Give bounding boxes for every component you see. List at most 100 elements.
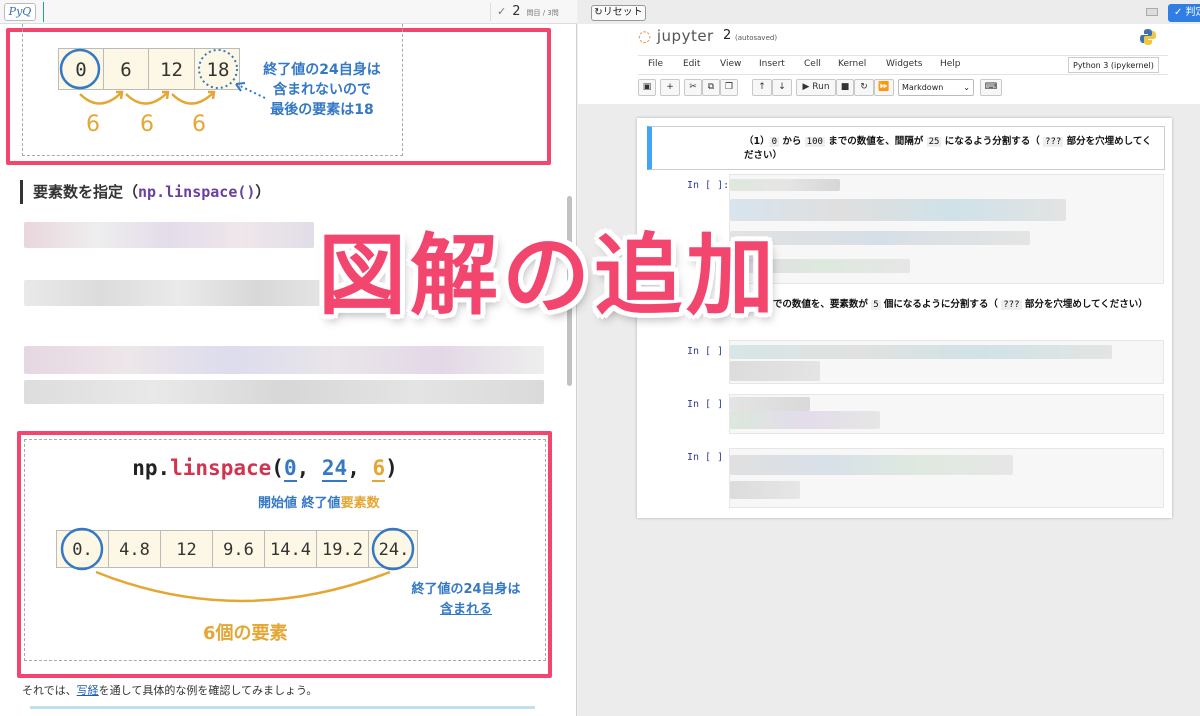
arg-start: 0: [283, 456, 297, 482]
keyboard-shortcuts-icon[interactable]: ⌨: [980, 79, 1002, 96]
q-text: （1）: [744, 136, 770, 147]
step-label: 6: [140, 112, 154, 137]
jupyter-logo-icon: ◌: [638, 27, 652, 45]
input-prompt: In [ ]: [687, 452, 724, 463]
q-code: ???: [1043, 137, 1064, 147]
step-label: 6: [192, 112, 206, 137]
progress-count: 2: [512, 4, 521, 19]
step-arrow: [79, 91, 123, 105]
keyboard-icon[interactable]: [1146, 8, 1158, 16]
heading-suffix: ）: [255, 183, 271, 201]
stop-icon[interactable]: ■: [836, 79, 854, 96]
paste-icon[interactable]: ❐: [720, 79, 738, 96]
q-text: から: [779, 136, 805, 147]
code-cell-1[interactable]: [729, 174, 1164, 284]
next-block-edge: [30, 706, 535, 709]
jupyter-wordmark: jupyter: [656, 27, 714, 45]
heading-text: 要素数を指定（: [33, 183, 139, 201]
step-label: 6: [86, 112, 100, 137]
arg-sep: ,: [347, 456, 373, 480]
end-circle: [371, 527, 415, 571]
q-text: 個になるように分割する（: [880, 299, 1002, 310]
menu-help[interactable]: Help: [940, 59, 961, 69]
save-icon[interactable]: ▣: [638, 79, 656, 96]
q-code: ???: [1001, 300, 1022, 310]
run-label: Run: [812, 82, 830, 92]
judge-button[interactable]: ✓ 判定: [1168, 4, 1200, 22]
reset-label: リセット: [602, 7, 643, 18]
move-up-icon[interactable]: ↑: [752, 79, 772, 96]
overlay-title: 図解の追加: [318, 224, 779, 327]
param-num-label: 要素数: [340, 496, 380, 511]
jupyter-logo[interactable]: ◌ jupyter: [638, 27, 714, 45]
reset-button[interactable]: ↻リセット: [591, 5, 646, 21]
q-code: 5: [871, 300, 881, 310]
menu-bar: File Edit View Insert Cell Kernel Widget…: [638, 55, 1168, 75]
menu-widgets[interactable]: Widgets: [886, 59, 922, 69]
step-arrow: [171, 91, 215, 105]
cut-icon[interactable]: ✂: [684, 79, 702, 96]
pyq-logo[interactable]: PyQ: [4, 3, 36, 21]
copy-icon[interactable]: ⧉: [702, 79, 720, 96]
progress-label: 問目 / 3問: [526, 9, 559, 17]
check-icon: ✓: [497, 5, 507, 18]
end-circle: [198, 49, 238, 89]
note-line: 含まれないので: [273, 82, 371, 98]
notebook-name[interactable]: 2: [723, 28, 731, 43]
body-text-pre: それでは、: [22, 684, 77, 697]
input-prompt: In [ ]:: [687, 180, 730, 191]
step-arrow: [125, 91, 169, 105]
heading-code: np.linspace(): [138, 183, 256, 201]
note-line: 終了値の24自身は: [411, 582, 521, 597]
markdown-cell-q1[interactable]: （1） 0 から 100 までの数値を、間隔が 25 になるよう分割する（ ???…: [647, 126, 1165, 170]
restart-icon[interactable]: ↻: [854, 79, 874, 96]
input-prompt: In [ ]: [687, 399, 724, 410]
arange-note: 終了値の24自身は 含まれないので 最後の要素は18: [252, 60, 392, 120]
insert-cell-icon[interactable]: +: [660, 79, 680, 96]
menu-file[interactable]: File: [648, 59, 663, 69]
call-function: linspace: [170, 456, 272, 480]
linspace-marks: [60, 527, 415, 603]
fast-forward-icon[interactable]: ⏩: [874, 79, 894, 96]
arg-stop: 24: [321, 456, 348, 482]
move-down-icon[interactable]: ↓: [772, 79, 792, 96]
start-circle: [59, 48, 101, 90]
run-button[interactable]: ▶ Run: [796, 79, 836, 96]
lesson-scrollbar[interactable]: [566, 26, 573, 716]
linspace-note: 終了値の24自身は 含まれる: [398, 580, 534, 620]
cell-type-value: Markdown: [902, 83, 944, 92]
code-cell-4[interactable]: [729, 448, 1164, 508]
menu-kernel[interactable]: Kernel: [838, 59, 866, 69]
q-code: 25: [926, 137, 942, 147]
question-2: ら 100 までの数値を、要素数が 5 個になるように分割する（ ??? 部分を…: [727, 298, 1157, 312]
note-line: 含まれる: [439, 602, 492, 617]
param-start-label: 開始値: [258, 496, 298, 511]
call-paren: ): [385, 456, 398, 480]
autosave-status: (autosaved): [735, 34, 778, 42]
chevron-down-icon: ⌄: [963, 83, 970, 92]
call-paren: (: [271, 456, 284, 480]
lesson-pane: PyQ ✓ 2 問目 / 3問 0 6 12 18 6 6 6 終了値の24自身…: [0, 0, 577, 716]
reset-icon: ↻: [594, 7, 603, 18]
body-text-post: を通して具体的な例を確認してみましょう。: [98, 684, 318, 697]
menu-edit[interactable]: Edit: [683, 59, 700, 69]
menu-view[interactable]: View: [720, 59, 741, 69]
code-cell-2[interactable]: [729, 340, 1164, 384]
q-text: 部分を穴埋めしてください）: [1021, 299, 1148, 310]
shakyo-link[interactable]: 写経: [77, 684, 99, 697]
run-icon: ▶: [802, 82, 810, 92]
body-text: それでは、写経を通して具体的な例を確認してみましょう。: [22, 682, 317, 698]
input-prompt: In [ ]: [687, 346, 724, 357]
span-arc: [95, 570, 391, 603]
exercise-topbar: ↻リセット ✓ 判定: [578, 0, 1200, 24]
menu-cell[interactable]: Cell: [804, 59, 821, 69]
code-cell-3[interactable]: [729, 394, 1164, 434]
q-code: 100: [804, 137, 825, 147]
arg-sep: ,: [296, 456, 322, 480]
python-logo-icon: [1140, 29, 1156, 45]
cell-type-select[interactable]: Markdown ⌄: [898, 79, 974, 96]
question-progress: ✓ 2 問目 / 3問: [490, 3, 575, 21]
kernel-indicator[interactable]: Python 3 (ipykernel): [1068, 57, 1159, 73]
menu-insert[interactable]: Insert: [759, 59, 785, 69]
q-text: までの数値を、間隔が: [824, 136, 927, 147]
